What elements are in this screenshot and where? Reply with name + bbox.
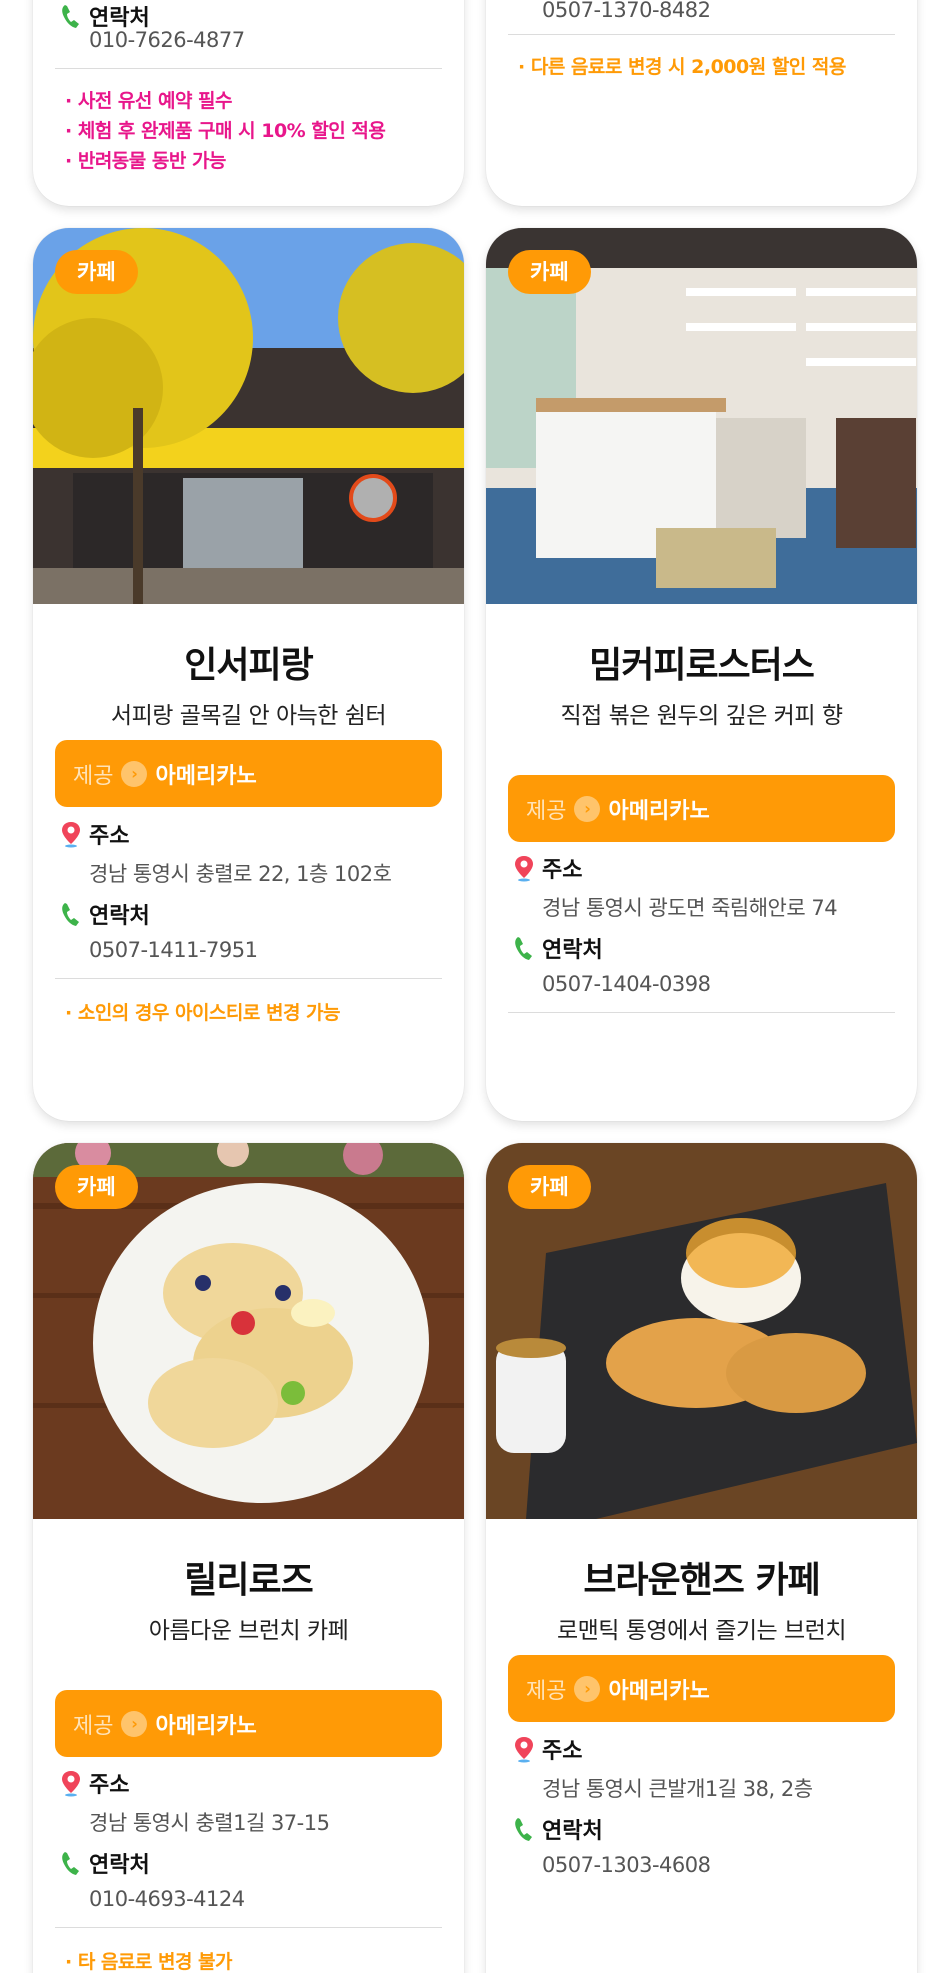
divider xyxy=(55,1927,442,1928)
address-label: 주소 xyxy=(89,824,130,849)
offer-label: 제공 xyxy=(526,1678,567,1704)
cafe-tagline: 서피랑 골목길 안 아늑한 쉼터 xyxy=(110,703,387,729)
category-badge: 카페 xyxy=(508,1165,591,1209)
cafe-tagline: 아름다운 브런치 카페 xyxy=(148,1618,349,1644)
address-value: 경남 통영시 광도면 죽림해안로 74 xyxy=(542,896,838,920)
contact-value: 0507-1370-8482 xyxy=(542,0,711,22)
divider xyxy=(55,978,442,979)
category-badge: 카페 xyxy=(508,250,591,294)
cafe-name: 릴리로즈 xyxy=(184,1560,313,1601)
note-line: · 반려동물 동반 가능 xyxy=(65,150,226,172)
address-value: 경남 통영시 큰발개1길 38, 2층 xyxy=(542,1777,813,1801)
chevron-right-icon: › xyxy=(121,1710,148,1737)
offer-label: 제공 xyxy=(73,763,114,789)
contact-heading: 연락처 xyxy=(59,898,150,930)
offer-box: 제공 › 아메리카노 xyxy=(55,1690,442,1757)
location-pin-icon xyxy=(62,822,80,848)
contact-value: 0507-1411-7951 xyxy=(89,938,258,962)
contact-value: 010-7626-4877 xyxy=(89,28,245,52)
location-pin-icon xyxy=(515,856,533,882)
contact-heading: 연락처 xyxy=(512,932,603,964)
offer-box: 제공 › 아메리카노 xyxy=(55,740,442,807)
address-heading: 주소 xyxy=(512,852,582,884)
note-line: · 사전 유선 예약 필수 xyxy=(65,90,233,112)
note-line: · 다른 음료로 변경 시 2,000원 할인 적용 xyxy=(518,56,846,78)
cafe-name: 밈커피로스터스 xyxy=(589,645,815,686)
address-heading: 주소 xyxy=(59,818,129,850)
address-label: 주소 xyxy=(542,1739,583,1764)
note-line: · 소인의 경우 아이스티로 변경 가능 xyxy=(65,1002,341,1024)
cafe-name: 인서피랑 xyxy=(184,645,313,686)
offer-label: 제공 xyxy=(73,1713,114,1739)
address-label: 주소 xyxy=(542,858,583,883)
address-heading: 주소 xyxy=(512,1733,582,1765)
offer-label: 제공 xyxy=(526,798,567,824)
offer-value: 아메리카노 xyxy=(608,798,710,824)
contact-label: 연락처 xyxy=(89,1853,150,1878)
phone-icon xyxy=(515,937,532,960)
address-heading: 주소 xyxy=(59,1767,129,1799)
note-line: · 타 음료로 변경 불가 xyxy=(65,1951,233,1973)
chevron-right-icon: › xyxy=(574,1675,601,1702)
contact-label: 연락처 xyxy=(542,938,603,963)
cafe-tagline: 로맨틱 통영에서 즐기는 브런치 xyxy=(556,1618,847,1644)
location-pin-icon xyxy=(62,1771,80,1797)
cafe-card-lilyrose[interactable]: 카페 릴리로즈 아름다운 브런치 카페 제공 › 아메리카노 주소 경남 통영시… xyxy=(33,1143,464,1973)
address-label: 주소 xyxy=(89,1773,130,1798)
cafe-card-partial-right: 0507-1370-8482 · 다른 음료로 변경 시 2,000원 할인 적… xyxy=(486,0,917,206)
contact-value: 0507-1303-4608 xyxy=(542,1853,711,1877)
note-line: · 체험 후 완제품 구매 시 10% 할인 적용 xyxy=(65,120,386,142)
contact-label: 연락처 xyxy=(89,904,150,929)
contact-heading: 연락처 xyxy=(512,1813,603,1845)
address-value: 경남 통영시 충렬1길 37-15 xyxy=(89,1811,330,1835)
offer-value: 아메리카노 xyxy=(155,1713,257,1739)
offer-box: 제공 › 아메리카노 xyxy=(508,775,895,842)
divider xyxy=(508,1012,895,1013)
cafe-name: 브라운핸즈 카페 xyxy=(583,1560,820,1601)
chevron-right-icon: › xyxy=(574,795,601,822)
category-badge: 카페 xyxy=(55,250,138,294)
phone-icon xyxy=(62,5,79,28)
category-badge: 카페 xyxy=(55,1165,138,1209)
address-value: 경남 통영시 충렬로 22, 1층 102호 xyxy=(89,862,392,886)
divider xyxy=(508,34,895,35)
chevron-right-icon: › xyxy=(121,760,148,787)
cafe-tagline: 직접 볶은 원두의 깊은 커피 향 xyxy=(560,703,843,729)
offer-value: 아메리카노 xyxy=(155,763,257,789)
contact-value: 0507-1404-0398 xyxy=(542,972,711,996)
phone-icon xyxy=(62,1852,79,1875)
phone-icon xyxy=(62,903,79,926)
cafe-card-mimcoffee[interactable]: 카페 밈커피로스터스 직접 볶은 원두의 깊은 커피 향 제공 › 아메리카노 … xyxy=(486,228,917,1121)
contact-label: 연락처 xyxy=(542,1819,603,1844)
cafe-card-brownhands[interactable]: 카페 브라운핸즈 카페 로맨틱 통영에서 즐기는 브런치 제공 › 아메리카노 … xyxy=(486,1143,917,1973)
contact-heading: 연락처 xyxy=(59,1847,150,1879)
phone-icon xyxy=(515,1818,532,1841)
offer-box: 제공 › 아메리카노 xyxy=(508,1655,895,1722)
offer-value: 아메리카노 xyxy=(608,1678,710,1704)
contact-value: 010-4693-4124 xyxy=(89,1887,245,1911)
divider xyxy=(55,68,442,69)
cafe-card-partial-left: 연락처 010-7626-4877 · 사전 유선 예약 필수 · 체험 후 완… xyxy=(33,0,464,206)
cafe-card-inseopirang[interactable]: 카페 인서피랑 서피랑 골목길 안 아늑한 쉼터 제공 › 아메리카노 주소 경… xyxy=(33,228,464,1121)
location-pin-icon xyxy=(515,1737,533,1763)
